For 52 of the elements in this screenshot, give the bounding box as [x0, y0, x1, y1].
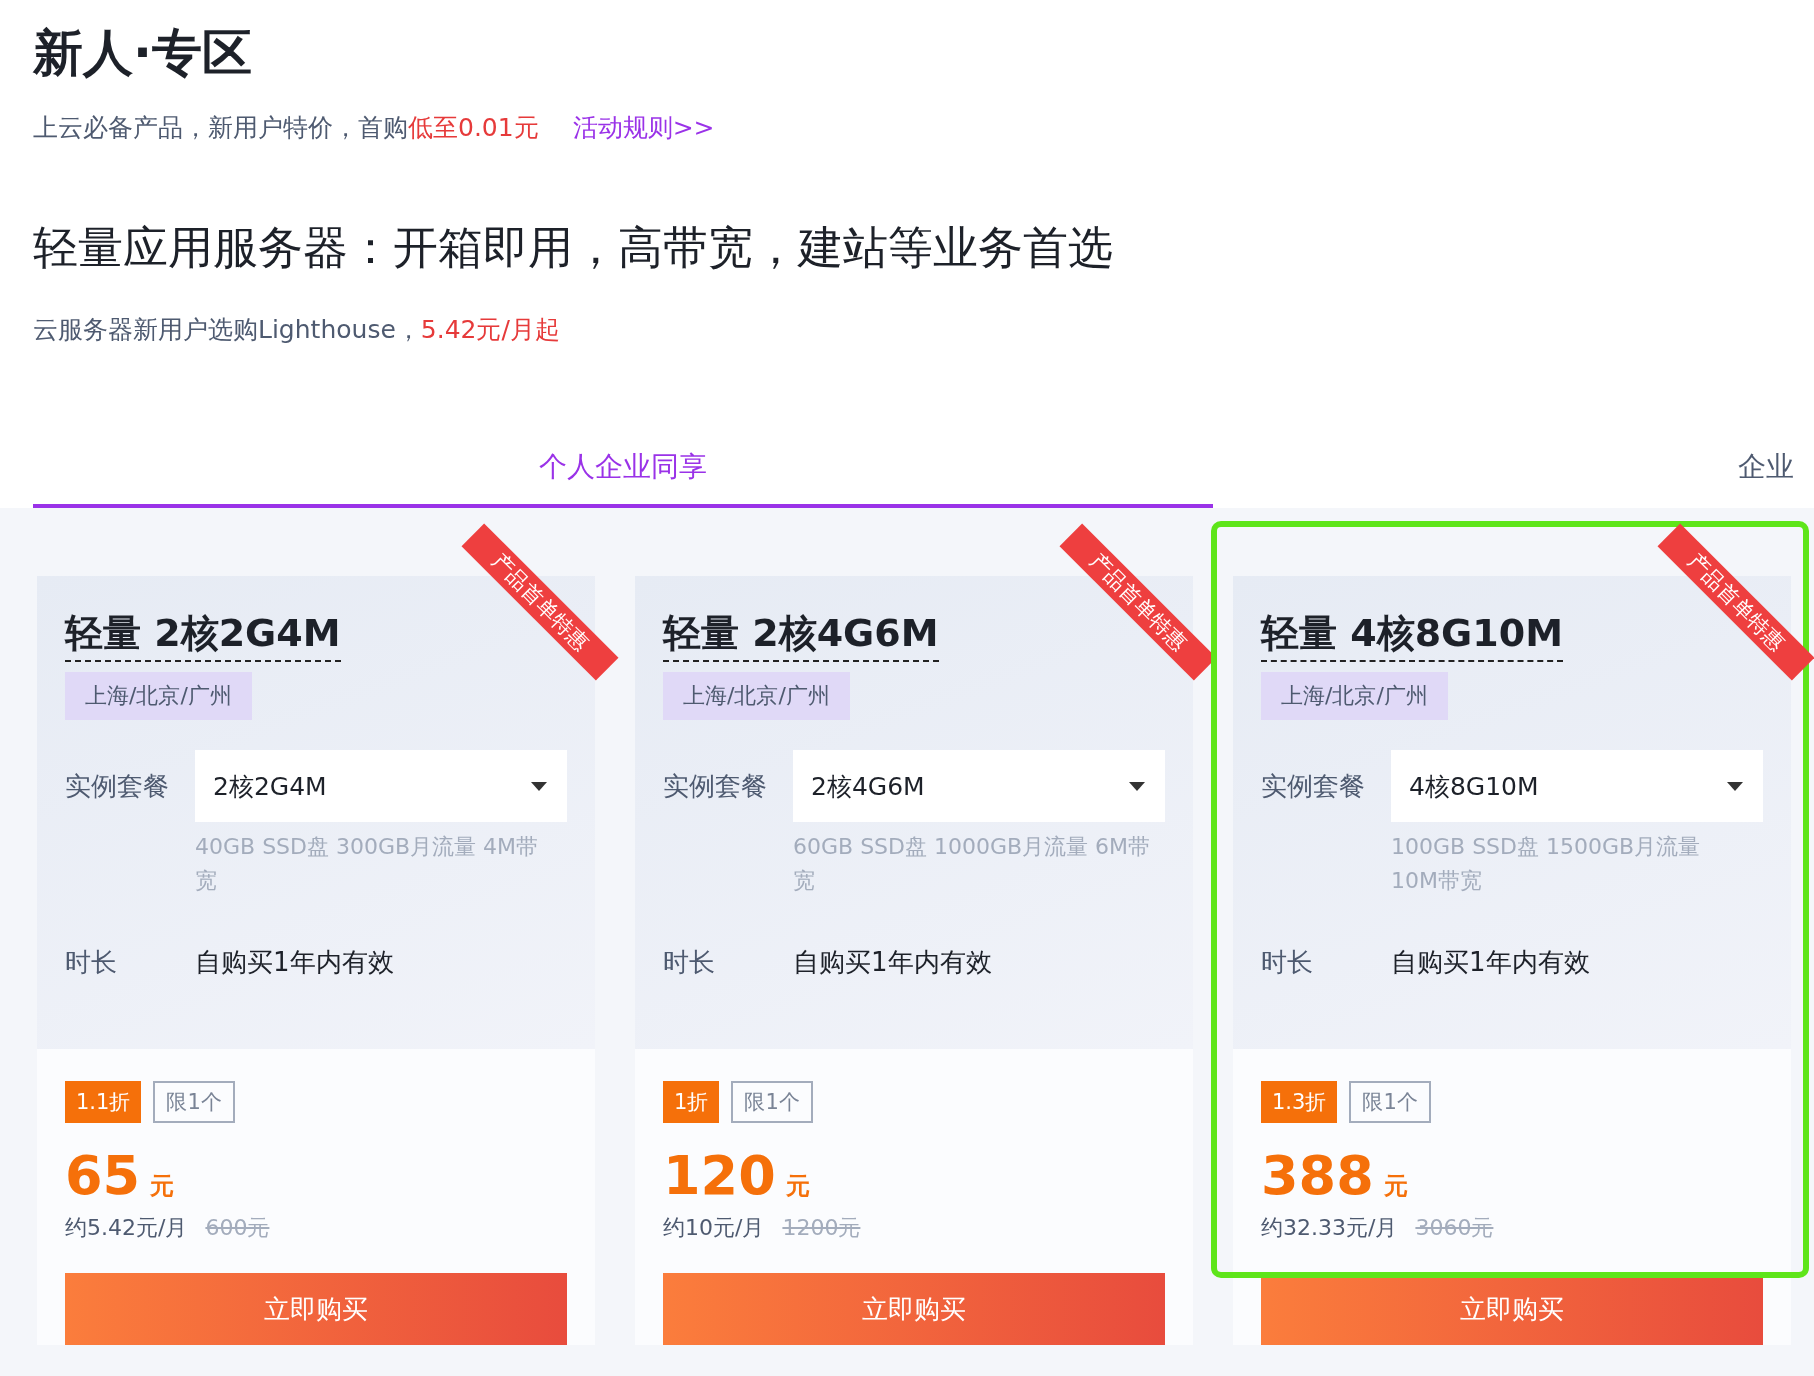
- section-subtitle: 云服务器新用户选购Lighthouse，5.42元/月起: [33, 314, 561, 346]
- region-tag: 上海/北京/广州: [1261, 672, 1448, 720]
- limit-badge: 限1个: [153, 1081, 235, 1123]
- duration-value: 自购买1年内有效: [1391, 946, 1590, 979]
- plan-label: 实例套餐: [65, 769, 170, 803]
- card-title: 轻量 2核4G6M: [663, 606, 939, 662]
- region-tag: 上海/北京/广州: [65, 672, 252, 720]
- page-title: 新人·专区: [33, 23, 252, 84]
- limit-badge: 限1个: [1349, 1081, 1431, 1123]
- ribbon-badge: 产品首单特惠: [1657, 523, 1814, 681]
- subtitle-text: 上云必备产品，新用户特价，首购低至0.01元: [33, 112, 539, 144]
- card-title: 轻量 2核2G4M: [65, 606, 341, 662]
- price-unit: 元: [785, 1171, 810, 1202]
- spec-text: 60GB SSD盘 1000GB月流量 6M带宽: [793, 833, 1152, 895]
- spec-text: 100GB SSD盘 1500GB月流量 10M带宽: [1391, 833, 1702, 895]
- limit-badge: 限1个: [731, 1081, 813, 1123]
- duration-label: 时长: [663, 946, 716, 979]
- plan-dropdown[interactable]: 4核8G10M: [1391, 750, 1763, 822]
- buy-button[interactable]: 立即购买: [65, 1273, 567, 1345]
- discount-badge: 1.1折: [65, 1081, 142, 1123]
- monthly-price: 约32.33元/月: [1261, 1214, 1398, 1242]
- ribbon-badge: 产品首单特惠: [461, 523, 619, 681]
- duration-label: 时长: [1261, 946, 1314, 979]
- rules-link[interactable]: 活动规则>>: [572, 108, 715, 148]
- plan-dropdown[interactable]: 2核2G4M: [195, 750, 567, 822]
- duration-value: 自购买1年内有效: [195, 946, 394, 979]
- price-value: 120: [663, 1143, 776, 1209]
- caret-icon: [1727, 781, 1743, 791]
- duration-value: 自购买1年内有效: [793, 946, 992, 979]
- original-price: 3060元: [1415, 1214, 1494, 1242]
- price-value: 388: [1261, 1143, 1374, 1209]
- monthly-price: 约10元/月: [663, 1214, 765, 1242]
- region-tag: 上海/北京/广州: [663, 672, 850, 720]
- spec-text: 40GB SSD盘 300GB月流量 4M带宽: [195, 833, 540, 895]
- card-title: 轻量 4核8G10M: [1261, 606, 1563, 662]
- section-title: 轻量应用服务器：开箱即用，高带宽，建站等业务首选: [33, 220, 1113, 276]
- caret-icon: [1129, 781, 1145, 791]
- plan-label: 实例套餐: [1261, 769, 1366, 803]
- buy-button[interactable]: 立即购买: [663, 1273, 1165, 1345]
- price-unit: 元: [1383, 1171, 1408, 1202]
- original-price: 600元: [205, 1214, 270, 1242]
- tab[interactable]: 企业: [1738, 430, 1794, 508]
- price-value: 65: [65, 1143, 141, 1209]
- duration-label: 时长: [65, 946, 118, 979]
- plan-label: 实例套餐: [663, 769, 768, 803]
- discount-badge: 1.3折: [1261, 1081, 1338, 1123]
- caret-icon: [531, 781, 547, 791]
- monthly-price: 约5.42元/月: [65, 1214, 188, 1242]
- original-price: 1200元: [782, 1214, 861, 1242]
- price-unit: 元: [150, 1171, 175, 1202]
- discount-badge: 1折: [663, 1081, 720, 1123]
- plan-dropdown[interactable]: 2核4G6M: [793, 750, 1165, 822]
